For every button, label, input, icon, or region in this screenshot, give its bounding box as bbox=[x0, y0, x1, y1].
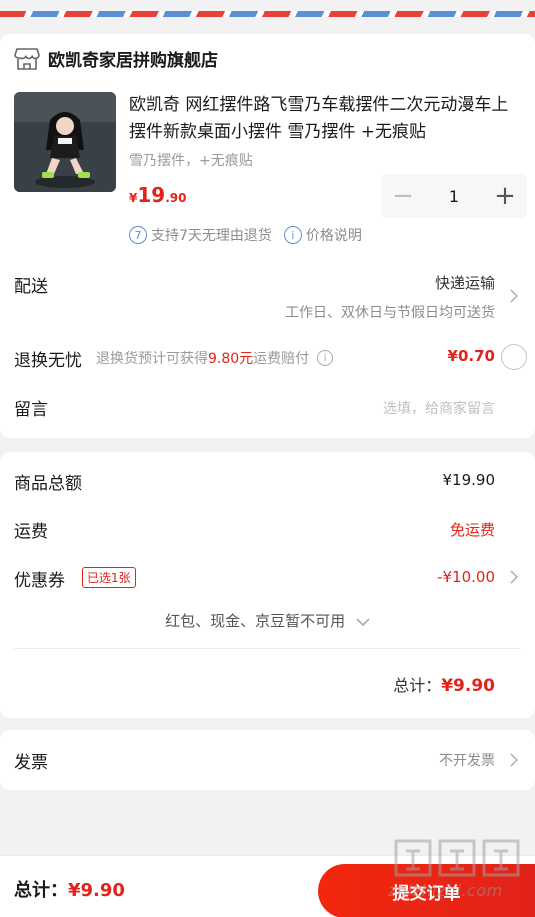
message-input[interactable]: 选填，给商家留言 bbox=[383, 398, 495, 418]
return-note-suffix: 运费赔付 bbox=[253, 351, 310, 367]
return-insurance-radio[interactable] bbox=[501, 344, 527, 370]
store-icon bbox=[14, 47, 40, 71]
envelope-stripe bbox=[0, 0, 535, 22]
chevron-right-icon[interactable] bbox=[507, 753, 521, 767]
order-total-label: 总计： bbox=[393, 676, 442, 695]
shop-name: 欧凯奇家居拼购旗舰店 bbox=[48, 51, 218, 71]
return-note-amount: 9.80元 bbox=[208, 351, 254, 367]
seven-day-return-icon: 7 bbox=[129, 226, 147, 244]
product-spec[interactable]: 雪乃摆件，+无痕贴 bbox=[129, 150, 253, 170]
shipping-value: 免运费 bbox=[449, 521, 495, 539]
product-thumbnail[interactable] bbox=[14, 92, 116, 192]
shipping-label: 运费 bbox=[14, 522, 48, 542]
shop-card: 欧凯奇家居拼购旗舰店 欧凯奇 网红摆件路飞雪乃车载摆件二次元动漫车上摆件新款桌面… bbox=[0, 34, 535, 438]
price-decimal: .90 bbox=[165, 191, 187, 205]
goods-total-label: 商品总额 bbox=[14, 474, 82, 494]
return-insurance-label: 退换无忧 bbox=[14, 351, 82, 371]
delivery-label: 配送 bbox=[14, 277, 48, 297]
unavailable-payment-toggle[interactable]: 红包、现金、京豆暂不可用 bbox=[0, 610, 535, 631]
invoice-card[interactable]: 发票 不开发票 bbox=[0, 730, 535, 790]
quantity-value[interactable]: 1 bbox=[425, 187, 483, 206]
checkout-bar: 总计：¥9.90 提交订单 bbox=[0, 855, 535, 917]
return-insurance-price: ¥0.70 bbox=[447, 347, 495, 365]
coupon-value[interactable]: -¥10.00 bbox=[437, 568, 495, 586]
price-info-link[interactable]: 价格说明 bbox=[306, 225, 362, 245]
goods-total-value: ¥19.90 bbox=[442, 471, 496, 489]
increase-quantity-button[interactable]: + bbox=[483, 174, 527, 218]
quantity-stepper: − 1 + bbox=[381, 174, 527, 218]
decrease-quantity-button[interactable]: − bbox=[381, 174, 425, 218]
shop-header[interactable]: 欧凯奇家居拼购旗舰店 bbox=[14, 46, 218, 71]
bottom-total-value: ¥9.90 bbox=[68, 880, 125, 901]
info-icon[interactable]: i bbox=[317, 350, 334, 366]
price-integer: 19 bbox=[137, 183, 166, 207]
bottom-total: 总计：¥9.90 bbox=[14, 876, 125, 902]
divider bbox=[14, 648, 521, 649]
invoice-value[interactable]: 不开发票 bbox=[439, 750, 495, 770]
submit-order-button[interactable]: 提交订单 bbox=[318, 864, 535, 917]
order-total: 总计：¥9.90 bbox=[393, 672, 495, 696]
order-summary-card: 商品总额 ¥19.90 运费 免运费 优惠券 已选1张 -¥10.00 红包、现… bbox=[0, 452, 535, 718]
return-insurance-note: 退换货预计可获得 9.80元 运费赔付 i bbox=[96, 348, 334, 368]
order-total-value: ¥9.90 bbox=[441, 676, 495, 696]
return-policy-text[interactable]: 支持7天无理由退货 bbox=[151, 225, 272, 245]
policy-row: 7 支持7天无理由退货 i 价格说明 bbox=[129, 225, 362, 245]
product-price: ¥19.90 bbox=[129, 183, 186, 207]
coupon-selected-badge: 已选1张 bbox=[82, 567, 136, 588]
message-label: 留言 bbox=[14, 400, 48, 420]
unavailable-text: 红包、现金、京豆暂不可用 bbox=[165, 612, 346, 630]
product-title[interactable]: 欧凯奇 网红摆件路飞雪乃车载摆件二次元动漫车上摆件新款桌面小摆件 雪乃摆件 +无… bbox=[129, 92, 521, 146]
return-note-prefix: 退换货预计可获得 bbox=[96, 351, 208, 367]
price-info-icon: i bbox=[283, 226, 302, 244]
delivery-method[interactable]: 快递运输 bbox=[435, 272, 495, 293]
chevron-right-icon[interactable] bbox=[507, 570, 521, 584]
delivery-schedule[interactable]: 工作日、双休日与节假日均可送货 bbox=[285, 302, 495, 322]
invoice-label: 发票 bbox=[14, 753, 48, 773]
chevron-right-icon[interactable] bbox=[507, 289, 521, 303]
chevron-down-icon bbox=[356, 617, 370, 626]
coupon-label: 优惠券 bbox=[14, 571, 65, 591]
bottom-total-label: 总计： bbox=[14, 880, 68, 901]
